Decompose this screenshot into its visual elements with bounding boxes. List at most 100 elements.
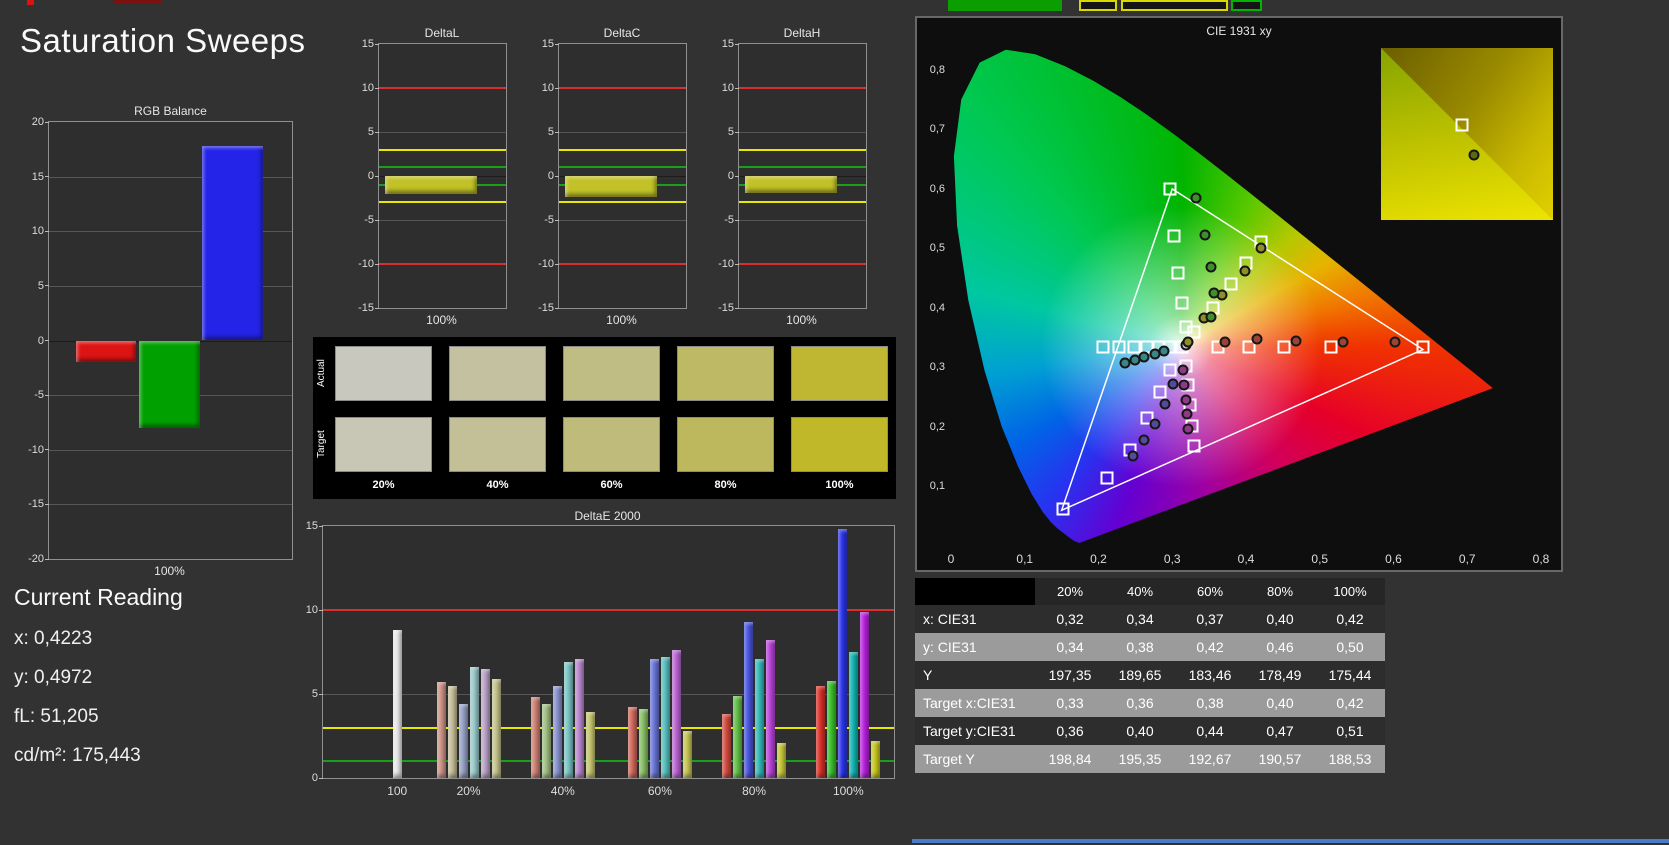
y-axis-tick-label: 5 bbox=[727, 126, 734, 138]
chart-title: DeltaE 2000 bbox=[574, 509, 641, 523]
toolbar-fragment bbox=[113, 0, 161, 4]
y-tick-mark bbox=[319, 693, 323, 695]
limit-line bbox=[379, 166, 506, 169]
measured-point bbox=[1129, 354, 1141, 366]
table-header-cell: 80% bbox=[1245, 578, 1315, 605]
target-square bbox=[1455, 118, 1469, 132]
y-tick-mark bbox=[319, 777, 323, 779]
toolbar-fragment[interactable] bbox=[1121, 0, 1228, 11]
limit-line bbox=[559, 166, 686, 169]
x-axis-tick-label: 80% bbox=[742, 784, 767, 798]
y-tick-mark bbox=[375, 43, 379, 45]
toolbar-fragment[interactable] bbox=[1231, 0, 1262, 11]
current-reading-fl: fL: 51,205 bbox=[14, 706, 99, 727]
gridline bbox=[49, 504, 292, 506]
y-axis-tick-label: -15 bbox=[358, 302, 374, 314]
bar bbox=[671, 650, 681, 778]
measured-point bbox=[1181, 408, 1193, 420]
delta-l-plot: -15 -10 -5 0 5 10 15 bbox=[358, 38, 507, 314]
bar bbox=[816, 685, 826, 778]
table-cell: 183,46 bbox=[1175, 661, 1245, 689]
y-axis-tick-label: -5 bbox=[364, 214, 374, 226]
measured-point bbox=[1468, 149, 1480, 161]
y-tick-mark bbox=[45, 503, 49, 505]
bar bbox=[766, 640, 776, 778]
y-tick-mark bbox=[319, 525, 323, 527]
y-axis-tick-label: 15 bbox=[361, 38, 374, 50]
target-square bbox=[1112, 340, 1126, 354]
table-cell: 0,42 bbox=[1315, 689, 1385, 717]
bar bbox=[565, 176, 657, 198]
table-cell: 0,33 bbox=[1035, 689, 1105, 717]
delta-c-plot: -15 -10 -5 0 5 10 15 bbox=[538, 38, 687, 314]
toolbar-fragment[interactable] bbox=[948, 0, 1062, 11]
limit-line bbox=[323, 760, 894, 763]
target-square bbox=[1324, 340, 1338, 354]
measured-point bbox=[1251, 333, 1263, 345]
limit-line bbox=[379, 148, 506, 151]
y-tick-mark bbox=[45, 558, 49, 560]
delta-c-chart: DeltaC -15 -10 -5 0 5 10 15 100% bbox=[520, 26, 690, 328]
color-swatch bbox=[677, 417, 774, 472]
table-cell: 192,67 bbox=[1175, 745, 1245, 773]
target-square bbox=[1416, 340, 1430, 354]
delta-l-chart: DeltaL -15 -10 -5 0 5 10 15 100% bbox=[340, 26, 510, 328]
swatch-row-label: Target bbox=[316, 430, 327, 459]
limit-line bbox=[739, 148, 866, 151]
y-axis-tick-label: 0 bbox=[37, 334, 44, 347]
bar bbox=[849, 652, 859, 778]
limit-line bbox=[559, 87, 686, 89]
color-swatch bbox=[563, 417, 660, 472]
bar bbox=[627, 707, 637, 778]
chart-title: CIE 1931 xy bbox=[1206, 24, 1272, 38]
target-square bbox=[1277, 340, 1291, 354]
y-axis-tick-label: 0 bbox=[367, 170, 374, 182]
y-axis-tick-label: 0 bbox=[311, 772, 318, 784]
bar bbox=[436, 682, 446, 778]
y-axis-tick-label: -20 bbox=[28, 553, 44, 565]
table-cell: 198,84 bbox=[1035, 745, 1105, 773]
table-cell: 0,47 bbox=[1245, 717, 1315, 745]
delta-e-2000-plot: 0 5 10 15 100 20% 40% 60% 80% 100% bbox=[306, 520, 895, 798]
x-axis-tick-label: 0,5 bbox=[1311, 552, 1329, 566]
bar bbox=[75, 340, 137, 363]
measured-point bbox=[1167, 378, 1179, 390]
measured-point bbox=[1199, 229, 1211, 241]
x-axis-tick-label: 40% bbox=[550, 784, 575, 798]
x-axis-label: 100% bbox=[606, 313, 637, 327]
color-swatch bbox=[677, 346, 774, 401]
target-square bbox=[1056, 502, 1070, 516]
y-tick-mark bbox=[45, 176, 49, 178]
measured-point bbox=[1182, 336, 1194, 348]
color-swatch bbox=[791, 417, 888, 472]
bar bbox=[202, 146, 263, 341]
y-tick-mark bbox=[735, 131, 739, 133]
toolbar-fragment[interactable] bbox=[1079, 0, 1117, 11]
current-reading-y: y: 0,4972 bbox=[14, 667, 93, 688]
bar bbox=[827, 680, 837, 778]
y-tick-mark bbox=[375, 219, 379, 221]
limit-line bbox=[323, 609, 894, 611]
bar bbox=[563, 662, 573, 778]
limit-line bbox=[739, 263, 866, 265]
x-axis-tick-label: 0,8 bbox=[1532, 552, 1550, 566]
measured-point bbox=[1205, 261, 1217, 273]
y-axis-tick-label: 15 bbox=[31, 170, 44, 183]
measured-point bbox=[1177, 364, 1189, 376]
table-cell: 0,44 bbox=[1175, 717, 1245, 745]
table-cell: 195,35 bbox=[1105, 745, 1175, 773]
table-cell: 0,42 bbox=[1175, 633, 1245, 661]
y-axis-tick-label: -5 bbox=[544, 214, 554, 226]
measured-point bbox=[1149, 348, 1161, 360]
limit-line bbox=[379, 87, 506, 89]
swatch-comparison-panel: Actual Target 20% 40% 60% 80% 100% bbox=[313, 337, 896, 499]
swatch-column-label: 60% bbox=[600, 479, 623, 491]
target-square bbox=[1100, 471, 1114, 485]
y-axis-tick-label: 15 bbox=[721, 38, 734, 50]
measured-point bbox=[1159, 398, 1171, 410]
measured-point bbox=[1255, 242, 1267, 254]
target-square bbox=[1187, 439, 1201, 453]
table-cell: 0,51 bbox=[1315, 717, 1385, 745]
limit-line bbox=[379, 263, 506, 265]
x-axis-label: 100% bbox=[786, 313, 817, 327]
